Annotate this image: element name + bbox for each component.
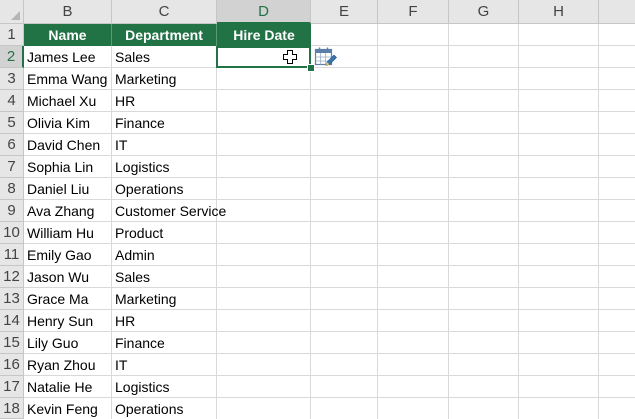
plus-cursor-icon xyxy=(283,50,297,64)
column-header-next[interactable] xyxy=(599,0,635,24)
cell-name[interactable]: Olivia Kim xyxy=(24,112,90,134)
cell-name[interactable]: Ryan Zhou xyxy=(24,354,95,376)
cell-name[interactable]: Michael Xu xyxy=(24,90,96,112)
cell-department[interactable]: HR xyxy=(112,90,135,112)
cell-department[interactable]: Finance xyxy=(112,112,165,134)
row-header-8[interactable]: 8 xyxy=(0,178,24,200)
row-header-13[interactable]: 13 xyxy=(0,288,24,310)
row-header-15[interactable]: 15 xyxy=(0,332,24,354)
cell-name[interactable]: William Hu xyxy=(24,222,94,244)
cell-name[interactable]: Emma Wang xyxy=(24,68,107,90)
row-header-6[interactable]: 6 xyxy=(0,134,24,156)
row-header-11[interactable]: 11 xyxy=(0,244,24,266)
cell-department[interactable]: Logistics xyxy=(112,156,169,178)
column-header-h[interactable]: H xyxy=(519,0,599,24)
column-header-e[interactable]: E xyxy=(311,0,378,24)
row-header-14[interactable]: 14 xyxy=(0,310,24,332)
cell-department[interactable]: Finance xyxy=(112,332,165,354)
cell-department[interactable]: Product xyxy=(112,222,163,244)
cell-name[interactable]: Emily Gao xyxy=(24,244,92,266)
row-header-1[interactable]: 1 xyxy=(0,24,24,46)
column-header-f[interactable]: F xyxy=(378,0,449,24)
cell-name[interactable]: James Lee xyxy=(24,46,95,68)
row-header-7[interactable]: 7 xyxy=(0,156,24,178)
cell-department[interactable]: Logistics xyxy=(112,376,169,398)
cell-name[interactable]: Jason Wu xyxy=(24,266,89,288)
cell-department[interactable]: Operations xyxy=(112,178,183,200)
cell-department[interactable]: Customer Service xyxy=(112,200,226,222)
row-header-3[interactable]: 3 xyxy=(0,68,24,90)
cell-department[interactable]: Marketing xyxy=(112,288,176,310)
cell-department[interactable]: Marketing xyxy=(112,68,176,90)
row-header-10[interactable]: 10 xyxy=(0,222,24,244)
row-header-16[interactable]: 16 xyxy=(0,354,24,376)
cell-department[interactable]: Admin xyxy=(112,244,155,266)
cell-name[interactable]: Lily Guo xyxy=(24,332,78,354)
cell-name[interactable]: Grace Ma xyxy=(24,288,88,310)
table-header-department[interactable]: Department xyxy=(112,24,217,46)
row-header-18[interactable]: 18 xyxy=(0,398,24,419)
cell-name[interactable]: David Chen xyxy=(24,134,100,156)
table-header-hire-date[interactable]: Hire Date xyxy=(217,24,311,46)
row-header-2[interactable]: 2 xyxy=(0,46,24,68)
spreadsheet-grid[interactable]: B C D E F G H 1 2 3 4 5 6 7 8 9 10 11 12… xyxy=(0,0,635,419)
row-header-9[interactable]: 9 xyxy=(0,200,24,222)
cell-name[interactable]: Sophia Lin xyxy=(24,156,93,178)
cell-department[interactable]: HR xyxy=(112,310,135,332)
cell-department[interactable]: Operations xyxy=(112,398,183,419)
cell-department[interactable]: Sales xyxy=(112,46,150,68)
column-header-c[interactable]: C xyxy=(112,0,217,24)
table-header-name[interactable]: Name xyxy=(24,24,112,46)
cell-name[interactable]: Natalie He xyxy=(24,376,92,398)
column-header-d[interactable]: D xyxy=(217,0,311,24)
cell-department[interactable]: Sales xyxy=(112,266,150,288)
cell-department[interactable]: IT xyxy=(112,354,127,376)
cell-name[interactable]: Ava Zhang xyxy=(24,200,94,222)
row-header-4[interactable]: 4 xyxy=(0,90,24,112)
row-header-5[interactable]: 5 xyxy=(0,112,24,134)
column-header-b[interactable]: B xyxy=(24,0,112,24)
calendar-edit-icon[interactable] xyxy=(313,45,337,69)
cell-name[interactable]: Henry Sun xyxy=(24,310,93,332)
column-header-g[interactable]: G xyxy=(449,0,519,24)
row-header-17[interactable]: 17 xyxy=(0,376,24,398)
cell-name[interactable]: Kevin Feng xyxy=(24,398,98,419)
row-header-12[interactable]: 12 xyxy=(0,266,24,288)
select-all-corner[interactable] xyxy=(0,0,24,24)
cell-department[interactable]: IT xyxy=(112,134,127,156)
cell-name[interactable]: Daniel Liu xyxy=(24,178,89,200)
